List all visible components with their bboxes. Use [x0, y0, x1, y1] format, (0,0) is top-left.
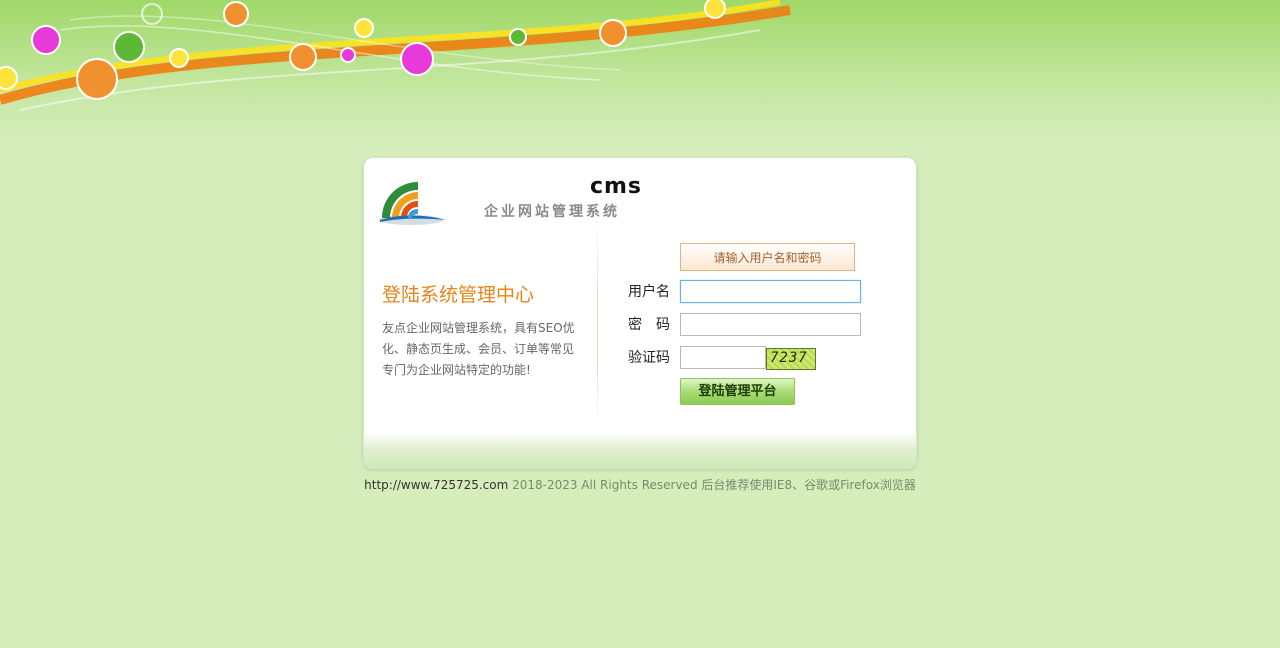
captcha-label: 验证码 — [628, 350, 670, 366]
login-button[interactable]: 登陆管理平台 — [680, 378, 795, 405]
captcha-text: 7237 — [770, 350, 808, 366]
username-input[interactable] — [680, 280, 861, 303]
login-hint: 请输入用户名和密码 — [680, 243, 855, 271]
password-label: 密 码 — [628, 317, 670, 333]
copyright-text: 2018-2023 All Rights Reserved 后台推荐使用IE8、… — [508, 478, 916, 492]
login-panel: cms 企业网站管理系统 登陆系统管理中心 友点企业网站管理系统，具有SEO优化… — [363, 157, 917, 469]
panel-description: 友点企业网站管理系统，具有SEO优化、静态页生成、会员、订单等常见专门为企业网站… — [382, 321, 575, 377]
captcha-image[interactable]: 7237 — [766, 348, 816, 370]
header-banner — [0, 0, 1280, 140]
bubble-decoration-icon — [0, 0, 791, 111]
panel-title: 登陆系统管理中心 — [382, 284, 535, 306]
captcha-input[interactable] — [680, 346, 766, 369]
username-label: 用户名 — [628, 284, 670, 300]
brand-subtitle: 企业网站管理系统 — [484, 204, 620, 220]
site-link[interactable]: http://www.725725.com — [364, 478, 508, 492]
copyright: http://www.725725.com 2018-2023 All Righ… — [0, 476, 1280, 494]
panel-divider — [597, 218, 598, 423]
panel-footer — [364, 432, 916, 468]
logo-icon — [379, 182, 446, 225]
brand-cms: cms — [589, 174, 642, 199]
login-page: cms 企业网站管理系统 登陆系统管理中心 友点企业网站管理系统，具有SEO优化… — [0, 0, 1280, 648]
password-input[interactable] — [680, 313, 861, 336]
